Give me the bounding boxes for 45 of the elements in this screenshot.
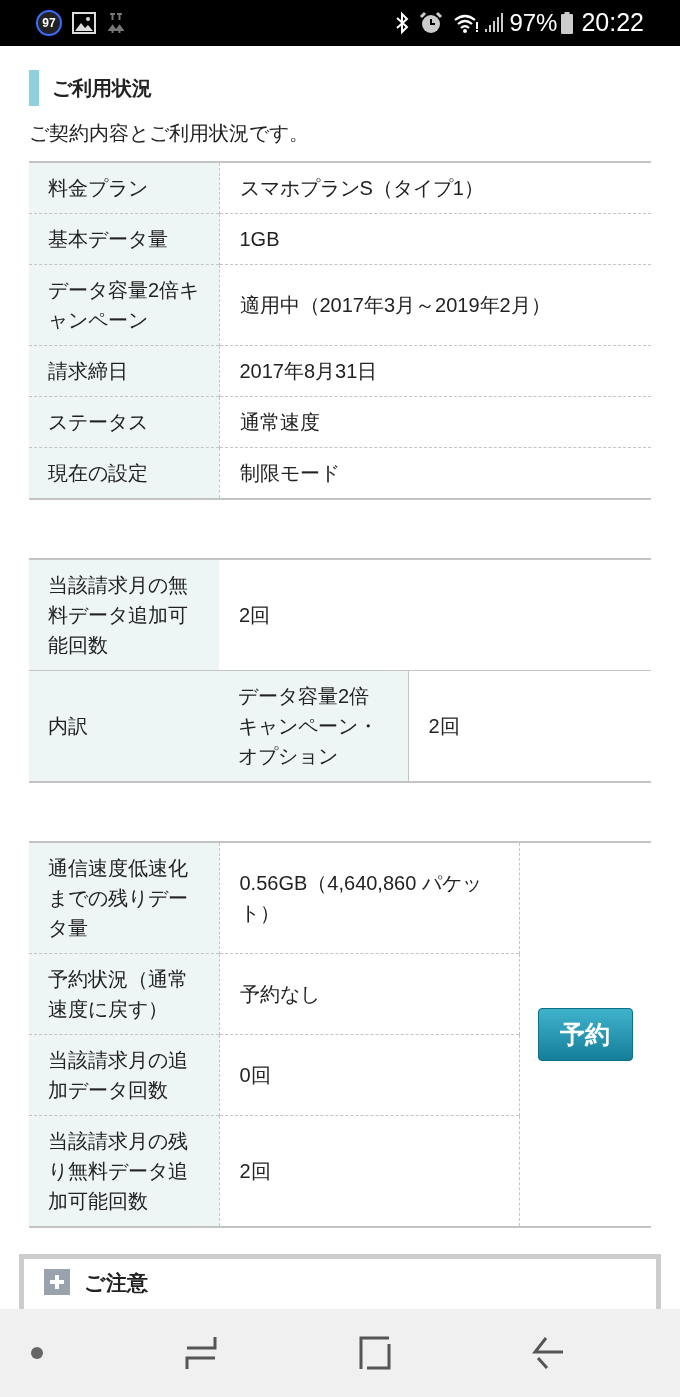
table-value-cell: 2回 bbox=[408, 670, 651, 782]
table-label-cell: 当該請求月の追加データ回数 bbox=[29, 1034, 219, 1116]
table-label-cell: 料金プラン bbox=[29, 162, 219, 214]
table-value-cell: 1GB bbox=[219, 213, 651, 265]
heading-accent-bar bbox=[29, 70, 39, 106]
table-label-cell: 請求締日 bbox=[29, 345, 219, 397]
plus-icon bbox=[44, 1269, 70, 1295]
table-label-cell: 通信速度低速化までの残りデータ量 bbox=[29, 842, 219, 954]
table-value-cell: 通常速度 bbox=[219, 396, 651, 448]
section-description: ご契約内容とご利用状況です。 bbox=[29, 121, 310, 146]
table-value-cell: 適用中（2017年3月～2019年2月） bbox=[219, 264, 651, 346]
alarm-clock-icon bbox=[419, 11, 444, 35]
battery-icon bbox=[561, 11, 574, 35]
table-label-cell: 予約状況（通常速度に戻す） bbox=[29, 953, 219, 1035]
table-label-cell: 当該請求月の無料データ追加可能回数 bbox=[29, 559, 219, 671]
table-value-cell: スマホプランS（タイプ1） bbox=[219, 162, 651, 214]
table-value-cell: 2回 bbox=[219, 1115, 519, 1227]
wifi-icon bbox=[453, 12, 480, 34]
notification-count-badge: 97 bbox=[36, 10, 62, 36]
table-value-cell: 0.56GB（4,640,860 パケット） bbox=[219, 842, 519, 954]
home-icon[interactable] bbox=[358, 1336, 391, 1370]
reserve-button[interactable]: 予約 bbox=[537, 1008, 633, 1061]
table-value-cell: 制限モード bbox=[219, 447, 651, 499]
table-value-cell: 予約なし bbox=[219, 953, 519, 1035]
table-label-cell: データ容量2倍キャンペーン・オプション bbox=[219, 670, 408, 782]
table-label-cell: ステータス bbox=[29, 396, 219, 448]
table-label-cell: 当該請求月の残り無料データ追加可能回数 bbox=[29, 1115, 219, 1227]
table-label-cell: 現在の設定 bbox=[29, 447, 219, 499]
table-label-cell: 内訳 bbox=[29, 670, 219, 782]
signal-icon bbox=[483, 12, 506, 34]
table-label-cell: データ容量2倍キャンペーン bbox=[29, 264, 219, 346]
bluetooth-icon bbox=[395, 11, 410, 35]
clock-time: 20:22 bbox=[581, 7, 644, 39]
table-value-cell: 0回 bbox=[219, 1034, 519, 1116]
battery-percentage: 97% bbox=[509, 8, 558, 38]
image-icon bbox=[72, 12, 96, 34]
recent-apps-icon[interactable] bbox=[185, 1336, 218, 1370]
section-title: ご利用状況 bbox=[52, 76, 152, 101]
table-value-cell: 2017年8月31日 bbox=[219, 345, 651, 397]
table-value-cell: 2回 bbox=[219, 559, 651, 671]
data-transfer-icon bbox=[108, 12, 124, 34]
back-icon[interactable] bbox=[532, 1336, 564, 1370]
table-label-cell: 基本データ量 bbox=[29, 213, 219, 265]
notice-title: ご注意 bbox=[84, 1270, 148, 1296]
dot-icon[interactable] bbox=[30, 1346, 44, 1360]
